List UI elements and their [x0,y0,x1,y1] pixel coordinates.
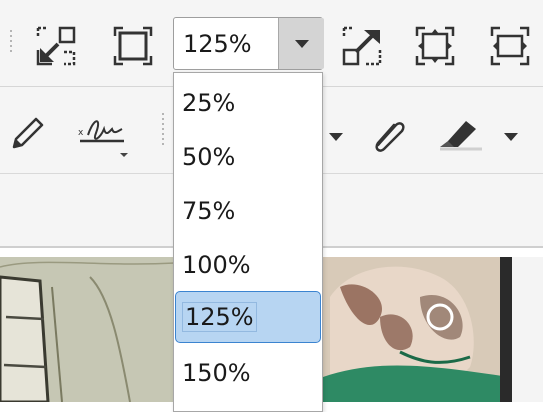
pencil-button[interactable] [8,113,48,153]
fit-width-button[interactable] [490,26,530,66]
full-screen-icon [113,26,153,66]
fit-width-icon [490,26,530,66]
chevron-down-icon [504,133,518,141]
signature-button[interactable]: x [76,109,134,159]
fit-page-button[interactable] [36,26,76,66]
chevron-down-icon [294,39,309,48]
zoom-option-150[interactable]: 150% [174,347,322,399]
fit-height-button[interactable] [415,26,455,66]
highlight-button[interactable] [436,111,484,155]
toolbar-grip[interactable] [8,30,14,55]
toolbar-grip[interactable] [160,113,166,148]
fit-height-icon [415,26,455,66]
signature-icon: x [78,120,128,157]
zoom-option-50[interactable]: 50% [174,131,322,183]
zoom-dropdown-list: 25% 50% 75% 100% 125% 150% [173,72,323,412]
annotation-dropdown-button[interactable] [328,127,344,141]
open-external-button[interactable] [342,26,382,66]
zoom-option-75[interactable]: 75% [174,185,322,237]
full-screen-button[interactable] [113,26,153,66]
chevron-down-icon [329,133,343,141]
fit-page-icon [36,26,76,66]
highlight-dropdown-button[interactable] [503,127,519,141]
paperclip-icon [375,122,405,152]
open-external-icon [342,26,382,66]
zoom-option-25[interactable]: 25% [174,77,322,129]
highlighter-icon [440,121,482,151]
svg-text:x: x [78,128,84,138]
attach-button[interactable] [366,111,410,155]
zoom-option-125[interactable]: 125% [175,291,321,343]
pencil-icon [12,117,44,149]
zoom-select[interactable]: 125% [173,17,324,70]
zoom-value: 125% [183,30,252,58]
zoom-option-100[interactable]: 100% [174,239,322,291]
zoom-dropdown-button[interactable] [278,18,324,69]
